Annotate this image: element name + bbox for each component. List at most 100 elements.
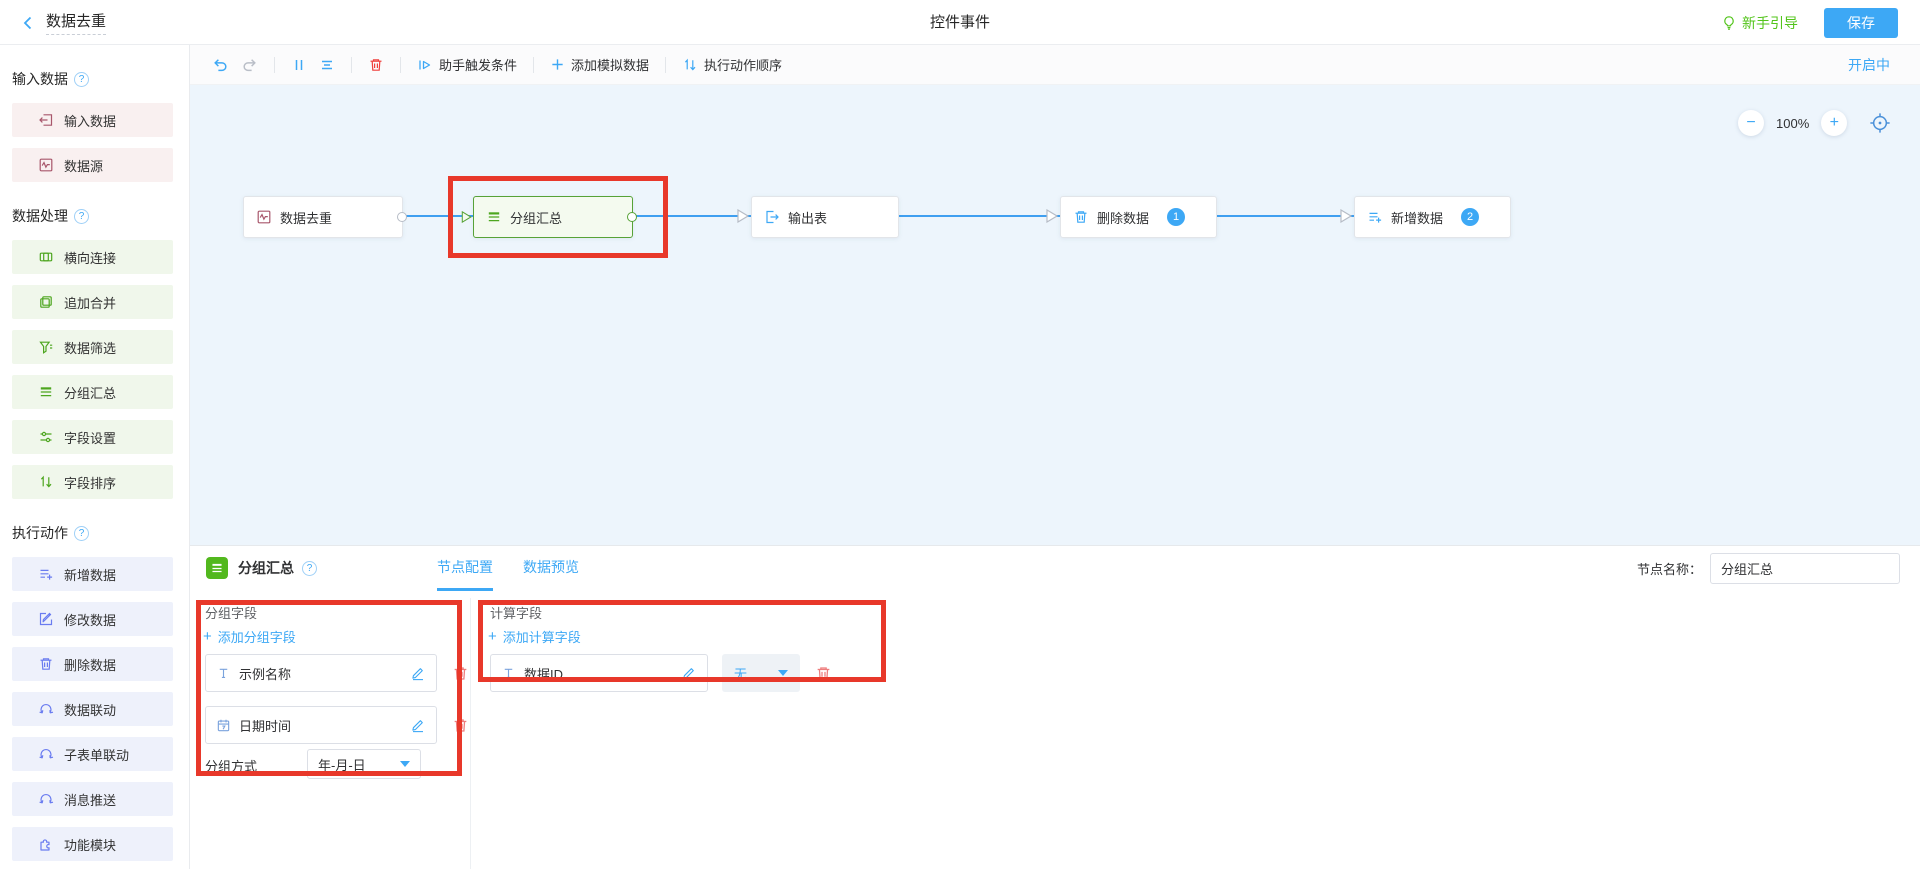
toolbar-separator — [351, 57, 352, 73]
zoom-in-button[interactable]: + — [1821, 110, 1847, 136]
sidebar-item-append-merge[interactable]: 追加合并 — [12, 285, 173, 319]
add-mock-data-button[interactable]: 添加模拟数据 — [544, 55, 655, 74]
sidebar-item-delete-data[interactable]: 删除数据 — [12, 647, 173, 681]
input-port-arrow — [461, 211, 473, 223]
node-name-input[interactable] — [1710, 553, 1900, 584]
help-icon[interactable]: ? — [74, 209, 89, 224]
sidebar-item-field-sort[interactable]: 字段排序 — [12, 465, 173, 499]
zoom-out-button[interactable]: − — [1738, 110, 1764, 136]
save-button[interactable]: 保存 — [1824, 8, 1898, 38]
helper-trigger-icon — [417, 57, 433, 73]
text-field-icon — [216, 666, 231, 681]
data-linkage-icon — [38, 701, 54, 717]
node-badge: 1 — [1167, 208, 1185, 226]
field-name: 数据ID — [524, 664, 673, 683]
edit-pencil-icon[interactable] — [410, 665, 426, 681]
field-name: 日期时间 — [239, 716, 402, 735]
aggregation-select[interactable]: 无 — [722, 654, 800, 692]
delete-field-icon[interactable] — [452, 665, 469, 682]
sidebar-item-input-data[interactable]: 输入数据 — [12, 103, 173, 137]
sidebar: 输入数据 ? 输入数据 数据源 数据处理 ? 横向连接 追加合并 数据筛选 — [0, 45, 190, 869]
flow-status-toggle[interactable]: 开启中 — [1848, 55, 1890, 75]
flow-edge — [1217, 215, 1354, 217]
calc-fields-title: 计算字段 — [490, 603, 542, 622]
action-order-button[interactable]: 执行动作顺序 — [676, 55, 788, 74]
help-icon[interactable]: ? — [74, 526, 89, 541]
sidebar-item-group-summary[interactable]: 分组汇总 — [12, 375, 173, 409]
sidebar-item-label: 数据源 — [64, 156, 103, 175]
delete-field-icon[interactable] — [815, 665, 832, 682]
tab-node-config[interactable]: 节点配置 — [437, 546, 493, 591]
chevron-down-icon — [400, 761, 410, 767]
canvas-toolbar: 助手触发条件 添加模拟数据 执行动作顺序 开启中 — [190, 45, 1920, 85]
section-title: 输入数据 — [12, 69, 68, 89]
help-icon[interactable]: ? — [74, 72, 89, 87]
plus-icon: + — [488, 629, 497, 644]
sidebar-item-modify-data[interactable]: 修改数据 — [12, 602, 173, 636]
group-field-row[interactable]: 日期时间 — [205, 706, 437, 744]
group-summary-icon — [210, 561, 224, 575]
redo-icon — [241, 56, 258, 73]
delete-node-button[interactable] — [362, 57, 390, 73]
group-mode-select[interactable]: 年-月-日 — [307, 749, 421, 779]
sidebar-item-function-module[interactable]: 功能模块 — [12, 827, 173, 861]
tab-data-preview[interactable]: 数据预览 — [523, 546, 579, 591]
node-group-summary[interactable]: 分组汇总 — [473, 196, 633, 238]
add-data-icon — [1367, 209, 1383, 225]
delete-field-icon[interactable] — [452, 717, 469, 734]
section-title: 数据处理 — [12, 206, 68, 226]
flow-edge — [899, 215, 1060, 217]
align-vertical-button[interactable] — [285, 57, 313, 73]
sidebar-item-label: 数据联动 — [64, 700, 116, 719]
beginner-guide-link[interactable]: 新手引导 — [1721, 13, 1798, 33]
node-data-dedupe[interactable]: 数据去重 — [243, 196, 403, 238]
node-add-data[interactable]: 新增数据 2 — [1354, 196, 1511, 238]
sort-order-icon — [682, 57, 698, 73]
sidebar-item-message-push[interactable]: 消息推送 — [12, 782, 173, 816]
sidebar-item-data-linkage[interactable]: 数据联动 — [12, 692, 173, 726]
edit-pencil-icon[interactable] — [681, 665, 697, 681]
helper-trigger-button[interactable]: 助手触发条件 — [411, 55, 523, 74]
modify-data-icon — [38, 611, 54, 627]
delete-data-icon — [38, 656, 54, 672]
add-group-field-button[interactable]: + 添加分组字段 — [203, 627, 296, 646]
edge-arrow-icon — [1340, 209, 1353, 223]
beginner-guide-label: 新手引导 — [1742, 13, 1798, 33]
sidebar-item-data-filter[interactable]: 数据筛选 — [12, 330, 173, 364]
crosshair-icon — [1869, 112, 1891, 134]
node-label: 分组汇总 — [510, 208, 562, 227]
sidebar-item-field-settings[interactable]: 字段设置 — [12, 420, 173, 454]
node-name-group: 节点名称： — [1637, 553, 1900, 584]
topbar: 数据去重 控件事件 新手引导 保存 — [0, 0, 1920, 45]
sidebar-section-input-data: 输入数据 ? — [12, 69, 189, 89]
app-root: 数据去重 控件事件 新手引导 保存 输入数据 ? 输入数据 数据源 数据处理 ? — [0, 0, 1920, 869]
node-label: 新增数据 — [1391, 208, 1443, 227]
node-label: 输出表 — [788, 208, 827, 227]
sidebar-item-horizontal-join[interactable]: 横向连接 — [12, 240, 173, 274]
output-port — [397, 212, 407, 222]
sidebar-item-add-data[interactable]: 新增数据 — [12, 557, 173, 591]
work-area: 助手触发条件 添加模拟数据 执行动作顺序 开启中 − 100% + — [190, 45, 1920, 869]
window-title: 控件事件 — [0, 0, 1920, 45]
node-name-label: 节点名称： — [1637, 559, 1702, 578]
sidebar-item-label: 消息推送 — [64, 790, 116, 809]
node-badge: 2 — [1461, 208, 1479, 226]
redo-button[interactable] — [235, 56, 264, 73]
node-output-table[interactable]: 输出表 — [751, 196, 899, 238]
sidebar-item-data-source[interactable]: 数据源 — [12, 148, 173, 182]
edit-pencil-icon[interactable] — [410, 717, 426, 733]
add-calc-field-button[interactable]: + 添加计算字段 — [488, 627, 581, 646]
undo-button[interactable] — [206, 56, 235, 73]
group-field-row[interactable]: 示例名称 — [205, 654, 437, 692]
align-horizontal-button[interactable] — [313, 57, 341, 73]
function-module-icon — [38, 836, 54, 852]
data-source-icon — [38, 157, 54, 173]
node-delete-data[interactable]: 删除数据 1 — [1060, 196, 1217, 238]
chevron-down-icon — [778, 670, 788, 676]
flow-canvas[interactable]: − 100% + 数据去重 — [190, 85, 1920, 545]
help-icon[interactable]: ? — [302, 561, 317, 576]
calc-field-row[interactable]: 数据ID — [490, 654, 708, 692]
plus-icon — [550, 57, 565, 72]
fit-view-button[interactable] — [1869, 112, 1891, 134]
sidebar-item-subform-linkage[interactable]: 子表单联动 — [12, 737, 173, 771]
